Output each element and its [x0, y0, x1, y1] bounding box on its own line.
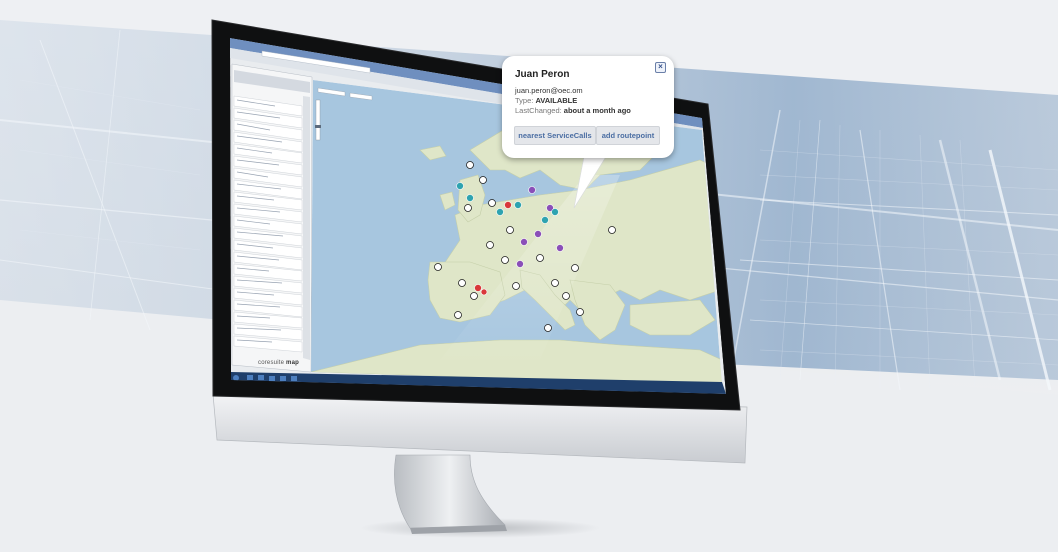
map-marker[interactable] — [479, 176, 487, 184]
map-marker[interactable] — [488, 199, 496, 207]
map-marker[interactable] — [536, 254, 544, 262]
map-marker-red[interactable] — [474, 284, 482, 292]
info-popup: × Juan Peron juan.peron@oec.om Type: AVA… — [502, 56, 674, 158]
map-marker-teal[interactable] — [514, 201, 522, 209]
map-marker[interactable] — [458, 279, 466, 287]
map-marker-purple[interactable] — [528, 186, 536, 194]
popup-changed-value: about a month ago — [563, 106, 631, 115]
brand-suffix: map — [286, 360, 299, 366]
popup-type-label: Type: — [515, 96, 534, 105]
map-marker-teal[interactable] — [496, 208, 504, 216]
brand-prefix: coresuite — [258, 360, 285, 366]
map-marker-purple[interactable] — [516, 260, 524, 268]
map-marker[interactable] — [464, 204, 472, 212]
popup-type: Type: AVAILABLE — [515, 96, 577, 105]
map-marker[interactable] — [434, 263, 442, 271]
close-icon[interactable]: × — [655, 62, 666, 73]
map-marker-teal[interactable] — [466, 194, 474, 202]
map-marker[interactable] — [454, 311, 462, 319]
map-marker-teal[interactable] — [456, 182, 464, 190]
add-routepoint-button[interactable]: add routepoint — [596, 126, 660, 145]
popup-changed-label: LastChanged: — [515, 106, 562, 115]
map-marker[interactable] — [576, 308, 584, 316]
map-marker-red[interactable] — [480, 288, 488, 296]
popup-type-value: AVAILABLE — [535, 96, 578, 105]
sidebar-list — [233, 70, 310, 360]
map-marker[interactable] — [551, 279, 559, 287]
map-marker[interactable] — [470, 292, 478, 300]
map-marker[interactable] — [501, 256, 509, 264]
map-marker[interactable] — [571, 264, 579, 272]
map-marker[interactable] — [466, 161, 474, 169]
map-marker[interactable] — [506, 226, 514, 234]
map-marker[interactable] — [608, 226, 616, 234]
map-marker-teal[interactable] — [541, 216, 549, 224]
map-marker[interactable] — [512, 282, 520, 290]
popup-last-changed: LastChanged: about a month ago — [515, 106, 631, 115]
map-marker[interactable] — [486, 241, 494, 249]
map-marker-purple[interactable] — [556, 244, 564, 252]
brand-logo: coresuite map — [258, 360, 299, 366]
popup-email: juan.peron@oec.om — [515, 86, 583, 95]
map-marker-purple[interactable] — [520, 238, 528, 246]
map-marker[interactable] — [562, 292, 570, 300]
map-marker-purple[interactable] — [534, 230, 542, 238]
nearest-servicecalls-button[interactable]: nearest ServiceCalls — [514, 126, 596, 145]
map-marker-red[interactable] — [504, 201, 512, 209]
zoom-slider[interactable] — [315, 99, 321, 141]
map-marker[interactable] — [544, 324, 552, 332]
popup-name: Juan Peron — [515, 69, 570, 80]
map-marker-teal[interactable] — [551, 208, 559, 216]
